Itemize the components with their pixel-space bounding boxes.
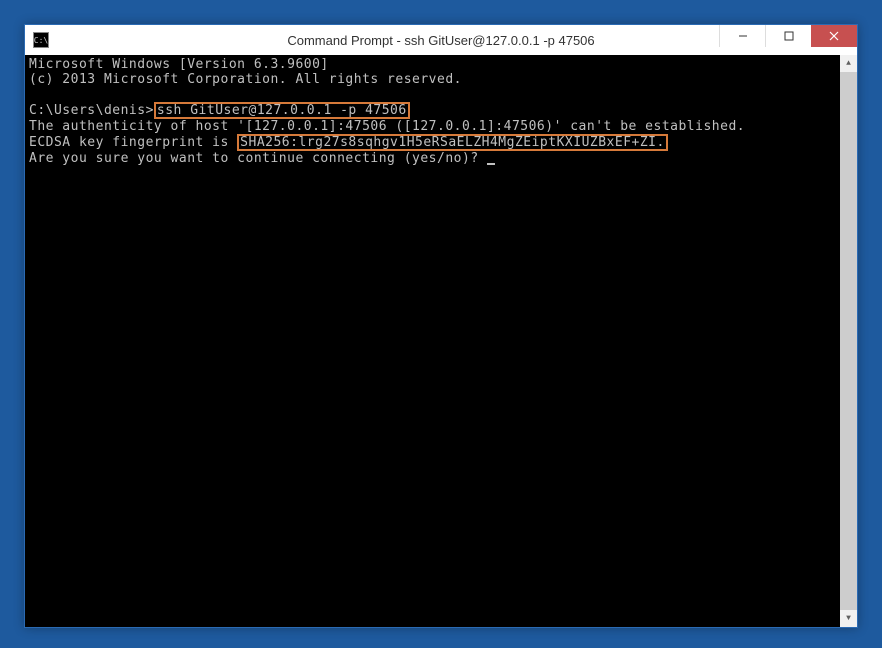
fingerprint-prefix: ECDSA key fingerprint is <box>29 135 237 150</box>
close-button[interactable] <box>811 25 857 47</box>
minimize-icon <box>738 31 748 41</box>
fingerprint-highlight: SHA256:lrg27s8sqhgv1H5eRSaELZH4MgZEiptKX… <box>237 134 668 151</box>
ssh-command-highlight: ssh GitUser@127.0.0.1 -p 47506 <box>154 102 410 119</box>
maximize-icon <box>784 31 794 41</box>
minimize-button[interactable] <box>719 25 765 47</box>
scrollbar-down-button[interactable]: ▼ <box>840 610 857 627</box>
titlebar[interactable]: C:\ Command Prompt - ssh GitUser@127.0.0… <box>25 25 857 55</box>
confirm-prompt: Are you sure you want to continue connec… <box>29 151 487 166</box>
scrollbar-up-button[interactable]: ▲ <box>840 55 857 72</box>
confirm-line: Are you sure you want to continue connec… <box>29 151 853 166</box>
prompt-prefix: C:\Users\denis> <box>29 103 154 118</box>
copyright-line: (c) 2013 Microsoft Corporation. All righ… <box>29 72 853 87</box>
window-controls <box>719 25 857 47</box>
scrollbar-thumb[interactable] <box>840 72 857 610</box>
command-prompt-window: C:\ Command Prompt - ssh GitUser@127.0.0… <box>24 24 858 628</box>
prompt-line: C:\Users\denis>ssh GitUser@127.0.0.1 -p … <box>29 102 853 119</box>
app-icon: C:\ <box>33 32 49 48</box>
authenticity-line: The authenticity of host '[127.0.0.1]:47… <box>29 119 853 134</box>
terminal-output[interactable]: Microsoft Windows [Version 6.3.9600] (c)… <box>25 55 857 627</box>
scrollbar-track[interactable] <box>840 72 857 610</box>
close-icon <box>829 31 839 41</box>
version-line: Microsoft Windows [Version 6.3.9600] <box>29 57 853 72</box>
fingerprint-line: ECDSA key fingerprint is SHA256:lrg27s8s… <box>29 134 853 151</box>
vertical-scrollbar[interactable]: ▲ ▼ <box>840 55 857 627</box>
maximize-button[interactable] <box>765 25 811 47</box>
blank-line <box>29 87 853 102</box>
cursor <box>487 163 495 165</box>
